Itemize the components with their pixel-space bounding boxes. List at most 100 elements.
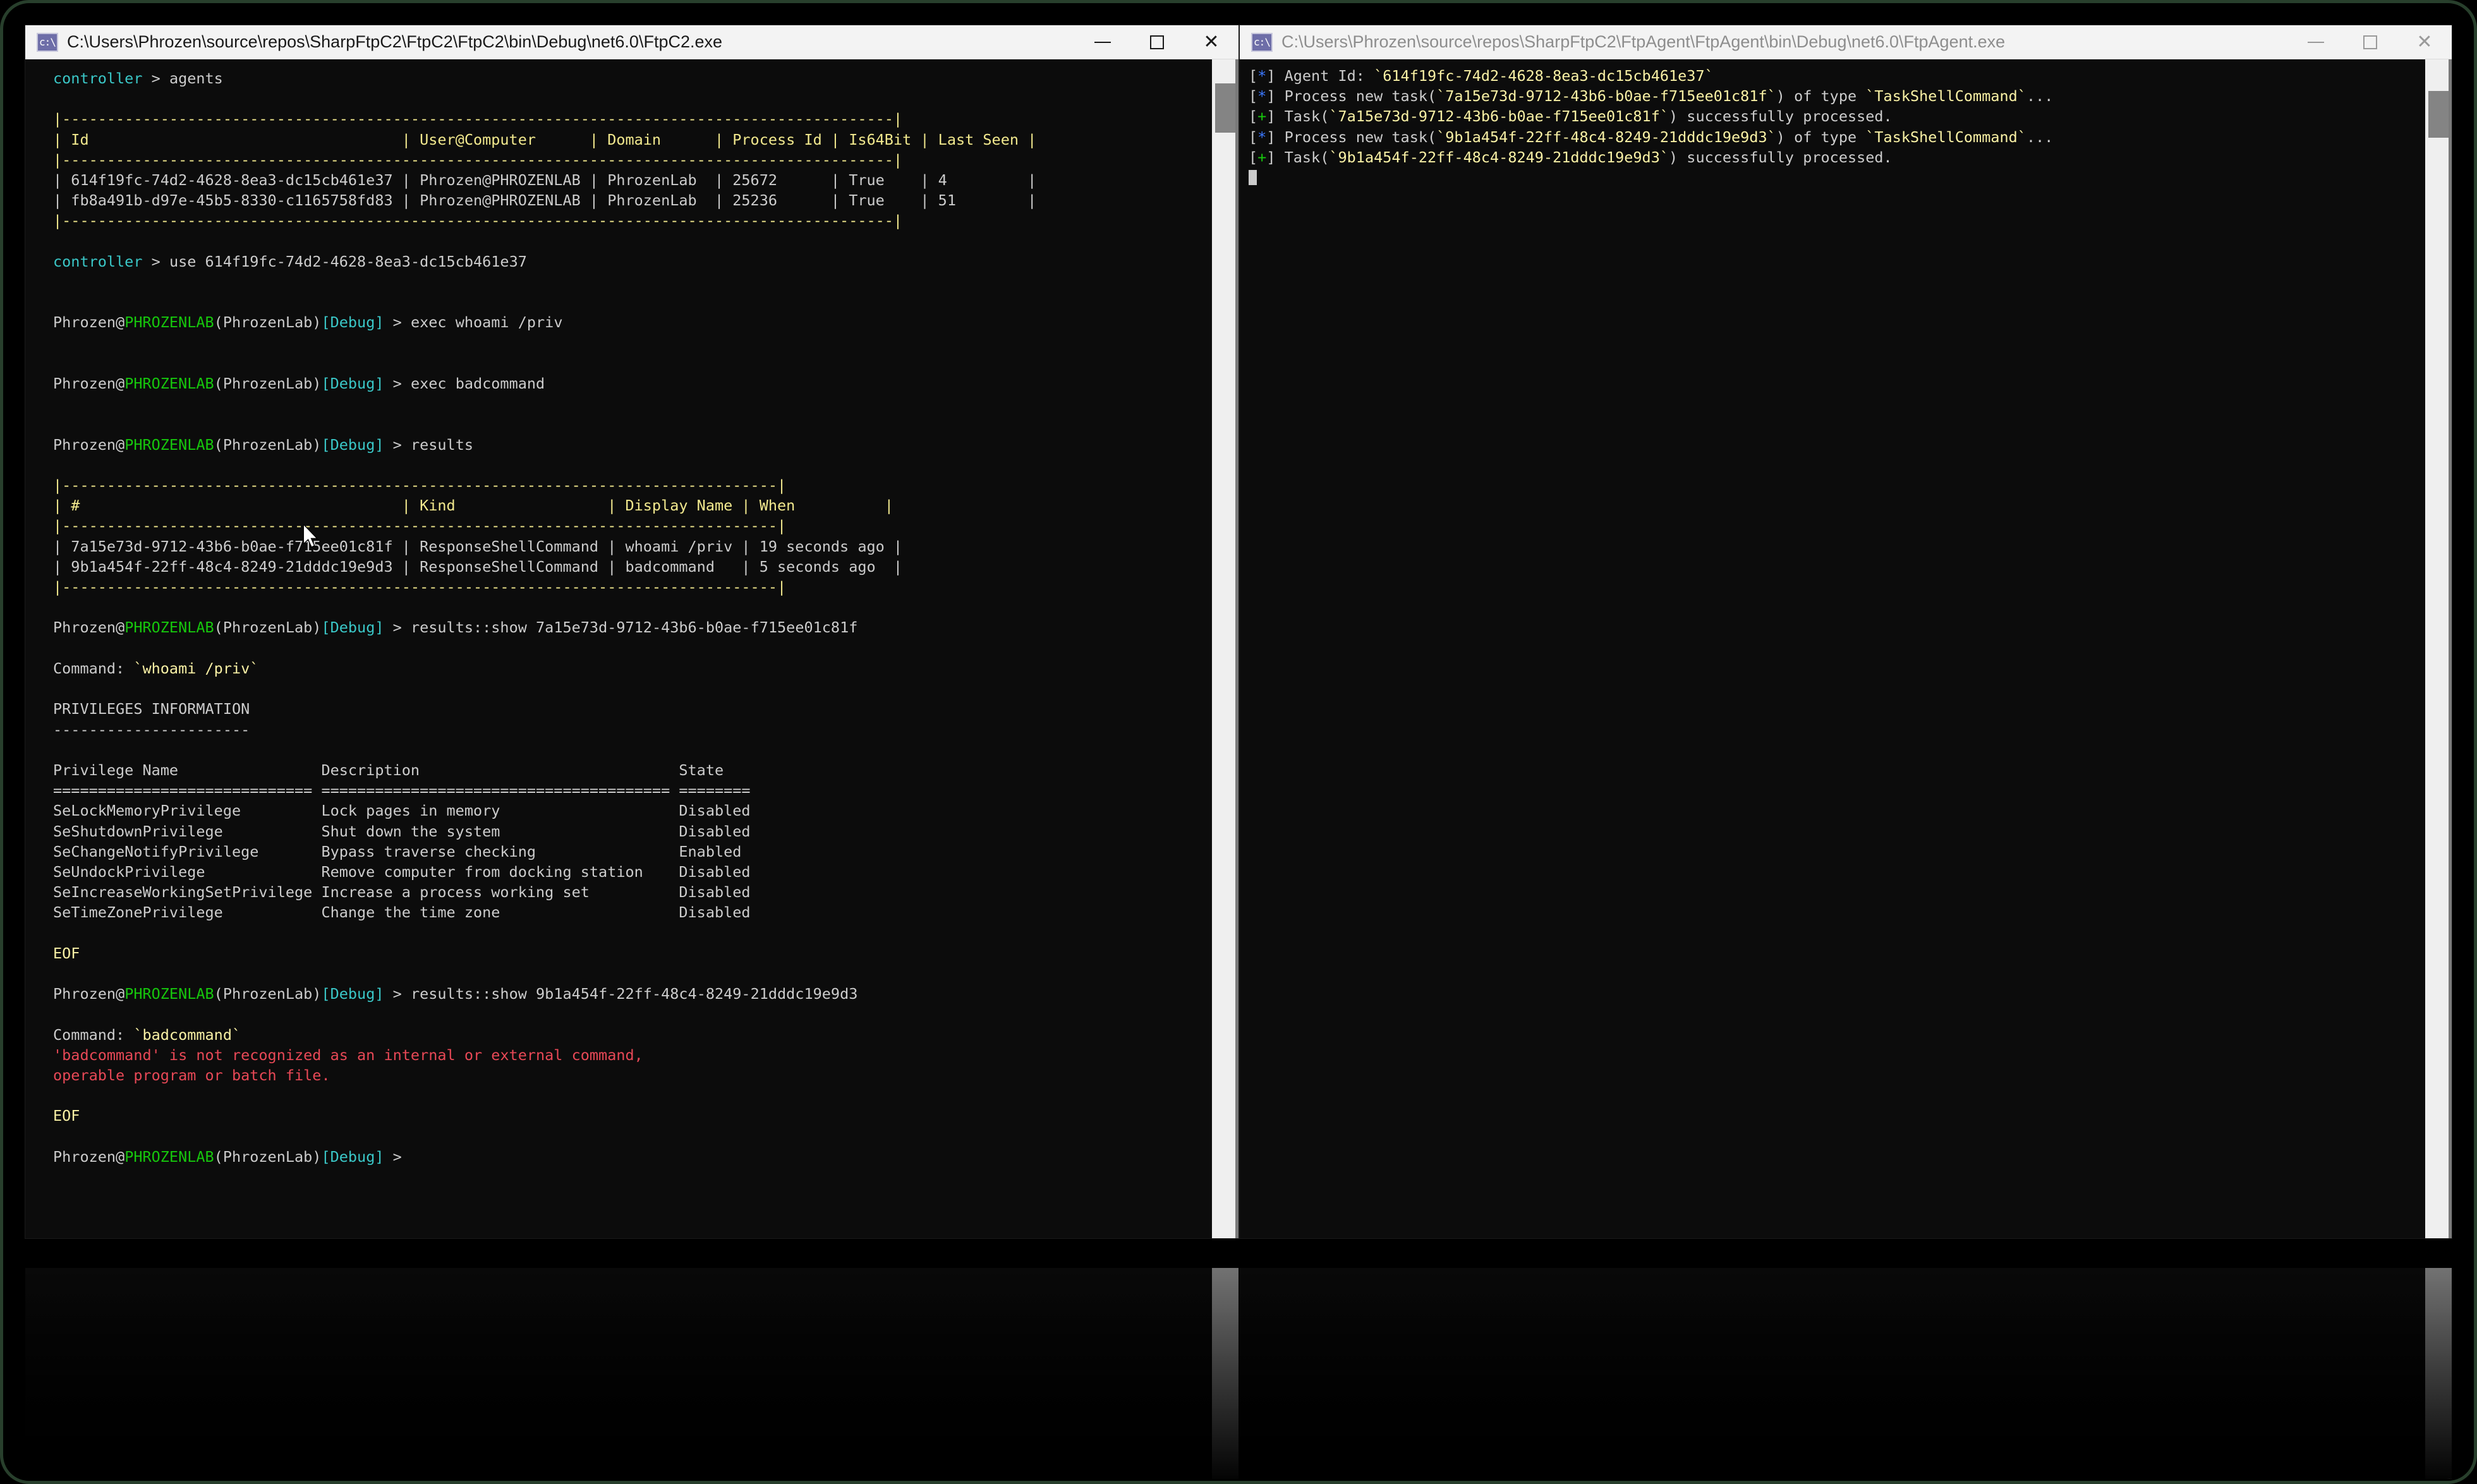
reflection-fade bbox=[1240, 1268, 2452, 1479]
prompt-mode: [Debug] bbox=[321, 985, 384, 1003]
log-text: ) of type bbox=[1776, 128, 1866, 146]
log-text: Task( bbox=[1275, 107, 1329, 126]
scrollbar-thumb[interactable] bbox=[2428, 91, 2449, 138]
maximize-button[interactable] bbox=[2343, 25, 2397, 59]
prompt-host: PHROZENLAB bbox=[124, 313, 214, 332]
log-bracket: [ bbox=[1249, 128, 1258, 146]
prompt-user: Phrozen@ bbox=[53, 435, 125, 454]
maximize-button[interactable] bbox=[1130, 25, 1184, 59]
command-value: `whoami /priv` bbox=[133, 659, 259, 677]
scrollbar-agent[interactable] bbox=[2425, 59, 2452, 1238]
agents-table-rule-top: |---------------------------------------… bbox=[53, 110, 903, 128]
command-label: Command: bbox=[53, 659, 134, 677]
prompt-user: Phrozen@ bbox=[53, 618, 125, 637]
console-body-controller: controller > agents |-------------------… bbox=[25, 59, 1238, 1238]
reflection-fade bbox=[25, 1268, 1238, 1479]
prompt-host: PHROZENLAB bbox=[124, 1147, 214, 1166]
prompt-domain: (PhrozenLab) bbox=[214, 985, 322, 1003]
cmd-exec-bad: exec badcommand bbox=[410, 375, 545, 393]
agents-table-rule-mid: |---------------------------------------… bbox=[53, 150, 903, 169]
controller-output[interactable]: controller > agents |-------------------… bbox=[25, 59, 1212, 1238]
console-icon: c:\ bbox=[1251, 32, 1273, 52]
agents-table-header: | Id | User@Computer | Domain | Process … bbox=[53, 130, 1037, 148]
agents-table-row: | 614f19fc-74d2-4628-8ea3-dc15cb461e37 |… bbox=[53, 171, 1037, 190]
prompt-domain: (PhrozenLab) bbox=[214, 1147, 322, 1166]
privilege-row: SeChangeNotifyPrivilege Bypass traverse … bbox=[53, 842, 742, 860]
minimize-button[interactable] bbox=[1075, 25, 1130, 59]
prompt-arrow: > bbox=[384, 375, 411, 393]
log-text: ) of type bbox=[1776, 87, 1866, 106]
eof-marker: EOF bbox=[53, 1107, 80, 1125]
log-bracket: ] bbox=[1266, 87, 1276, 106]
prompt-host: PHROZENLAB bbox=[124, 375, 214, 393]
command-value: `badcommand` bbox=[133, 1025, 241, 1044]
results-table-header: | # | Kind | Display Name | When | bbox=[53, 497, 893, 515]
log-text: ) successfully processed. bbox=[1669, 148, 1893, 166]
prompt-mode: [Debug] bbox=[321, 435, 384, 454]
minimize-button[interactable] bbox=[2289, 25, 2343, 59]
log-highlight: `TaskShellCommand` bbox=[1865, 128, 2026, 146]
scrollbar-controller[interactable] bbox=[1212, 59, 1238, 1238]
reflection-agent bbox=[1240, 1268, 2452, 1479]
window-ftpc2-controller[interactable]: c:\ C:\Users\Phrozen\source\repos\SharpF… bbox=[25, 25, 1238, 1238]
eof-marker: EOF bbox=[53, 944, 80, 962]
log-highlight: `7a15e73d-9712-43b6-b0ae-f715ee01c81f` bbox=[1329, 107, 1669, 126]
prompt-host: PHROZENLAB bbox=[124, 618, 214, 637]
window-controls-controller: ✕ bbox=[1075, 25, 1238, 59]
window-ftpagent[interactable]: c:\ C:\Users\Phrozen\source\repos\SharpF… bbox=[1240, 25, 2452, 1238]
prompt-arrow: > bbox=[384, 313, 411, 332]
prompt-user: Phrozen@ bbox=[53, 375, 125, 393]
agent-output[interactable]: [*] Agent Id: `614f19fc-74d2-4628-8ea3-d… bbox=[1240, 59, 2425, 1238]
agents-table-rule-bot: |---------------------------------------… bbox=[53, 212, 903, 230]
log-text: ... bbox=[2026, 128, 2054, 146]
window-controls-agent: ✕ bbox=[2289, 25, 2452, 59]
log-bracket: [ bbox=[1249, 87, 1258, 106]
window-title-agent: C:\Users\Phrozen\source\repos\SharpFtpC2… bbox=[1281, 32, 2006, 51]
terminal-caret bbox=[1249, 170, 1257, 186]
log-tag-ok-icon: + bbox=[1257, 107, 1267, 126]
log-bracket: [ bbox=[1249, 67, 1258, 85]
log-highlight: `7a15e73d-9712-43b6-b0ae-f715ee01c81f` bbox=[1436, 87, 1776, 106]
log-text: Process new task( bbox=[1275, 87, 1437, 106]
console-icon: c:\ bbox=[37, 32, 58, 52]
prompt-arrow: > bbox=[142, 69, 169, 87]
results-table-rule-top: |---------------------------------------… bbox=[53, 476, 787, 495]
log-text: Task( bbox=[1275, 148, 1329, 166]
log-tag-info-icon: * bbox=[1257, 67, 1267, 85]
reflection-scrollbar-left bbox=[1212, 1268, 1238, 1479]
scrollbar-thumb[interactable] bbox=[1215, 83, 1235, 133]
cmd-results: results bbox=[410, 435, 473, 454]
prompt-domain: (PhrozenLab) bbox=[214, 618, 322, 637]
privileges-header: Privilege Name Description State bbox=[53, 761, 724, 779]
reflection-scrollbar-right bbox=[2425, 1268, 2452, 1479]
prompt-mode: [Debug] bbox=[321, 313, 384, 332]
privilege-row: SeIncreaseWorkingSetPrivilege Increase a… bbox=[53, 883, 751, 902]
titlebar-controller[interactable]: c:\ C:\Users\Phrozen\source\repos\SharpF… bbox=[25, 25, 1238, 59]
close-button[interactable]: ✕ bbox=[1184, 25, 1238, 59]
log-highlight: `614f19fc-74d2-4628-8ea3-dc15cb461e37` bbox=[1374, 67, 1714, 85]
error-line: operable program or batch file. bbox=[53, 1066, 330, 1084]
cmd-exec-whoami: exec whoami /priv bbox=[410, 313, 563, 332]
prompt-root: controller bbox=[53, 69, 143, 87]
log-text: ) successfully processed. bbox=[1669, 107, 1893, 126]
console-body-agent: [*] Agent Id: `614f19fc-74d2-4628-8ea3-d… bbox=[1240, 59, 2452, 1238]
prompt-domain: (PhrozenLab) bbox=[214, 435, 322, 454]
log-highlight: `9b1a454f-22ff-48c4-8249-21dddc19e9d3` bbox=[1329, 148, 1669, 166]
log-highlight: `9b1a454f-22ff-48c4-8249-21dddc19e9d3` bbox=[1436, 128, 1776, 146]
desktop: c:\ C:\Users\Phrozen\source\repos\SharpF… bbox=[0, 0, 2477, 1484]
results-table-row: | 9b1a454f-22ff-48c4-8249-21dddc19e9d3 |… bbox=[53, 557, 903, 576]
log-bracket: ] bbox=[1266, 67, 1276, 85]
prompt-mode: [Debug] bbox=[321, 375, 384, 393]
log-tag-info-icon: * bbox=[1257, 87, 1267, 106]
log-tag-ok-icon: + bbox=[1257, 148, 1267, 166]
log-text: Agent Id: bbox=[1275, 67, 1374, 85]
privileges-rule: ============================= ==========… bbox=[53, 781, 751, 800]
prompt-user: Phrozen@ bbox=[53, 985, 125, 1003]
log-tag-info-icon: * bbox=[1257, 128, 1267, 146]
prompt-arrow: > bbox=[142, 252, 169, 270]
close-button[interactable]: ✕ bbox=[2397, 25, 2452, 59]
titlebar-agent[interactable]: c:\ C:\Users\Phrozen\source\repos\SharpF… bbox=[1240, 25, 2452, 59]
results-table-rule-bot: |---------------------------------------… bbox=[53, 578, 787, 596]
cmd-use: use 614f19fc-74d2-4628-8ea3-dc15cb461e37 bbox=[169, 252, 527, 270]
prompt-user: Phrozen@ bbox=[53, 1147, 125, 1166]
